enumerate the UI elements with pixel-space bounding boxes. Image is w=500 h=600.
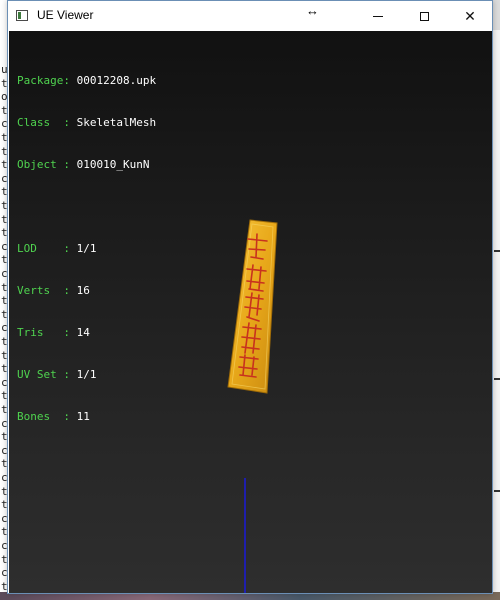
window-title: UE Viewer	[37, 8, 94, 22]
maximize-button[interactable]	[401, 1, 447, 31]
app-window-icon	[16, 10, 28, 21]
minimize-icon	[373, 15, 383, 17]
maximize-icon	[419, 11, 429, 21]
background-tick	[494, 250, 500, 252]
minimize-button[interactable]	[355, 1, 401, 31]
title-bar[interactable]: UE Viewer ↔ ✕	[8, 1, 492, 31]
close-icon: ✕	[464, 7, 476, 24]
3d-viewport[interactable]: Package: 00012208.upk Class : SkeletalMe…	[9, 31, 492, 593]
close-button[interactable]: ✕	[447, 1, 493, 31]
background-tick	[494, 378, 500, 380]
resize-cursor-icon: ↔	[306, 3, 319, 18]
talisman-mesh	[227, 219, 278, 394]
background-window-right	[492, 30, 500, 600]
background-tick	[494, 490, 500, 492]
ue-viewer-window: UE Viewer ↔ ✕ Package: 00012208.upk Clas…	[7, 0, 493, 594]
mesh-render	[227, 219, 278, 593]
